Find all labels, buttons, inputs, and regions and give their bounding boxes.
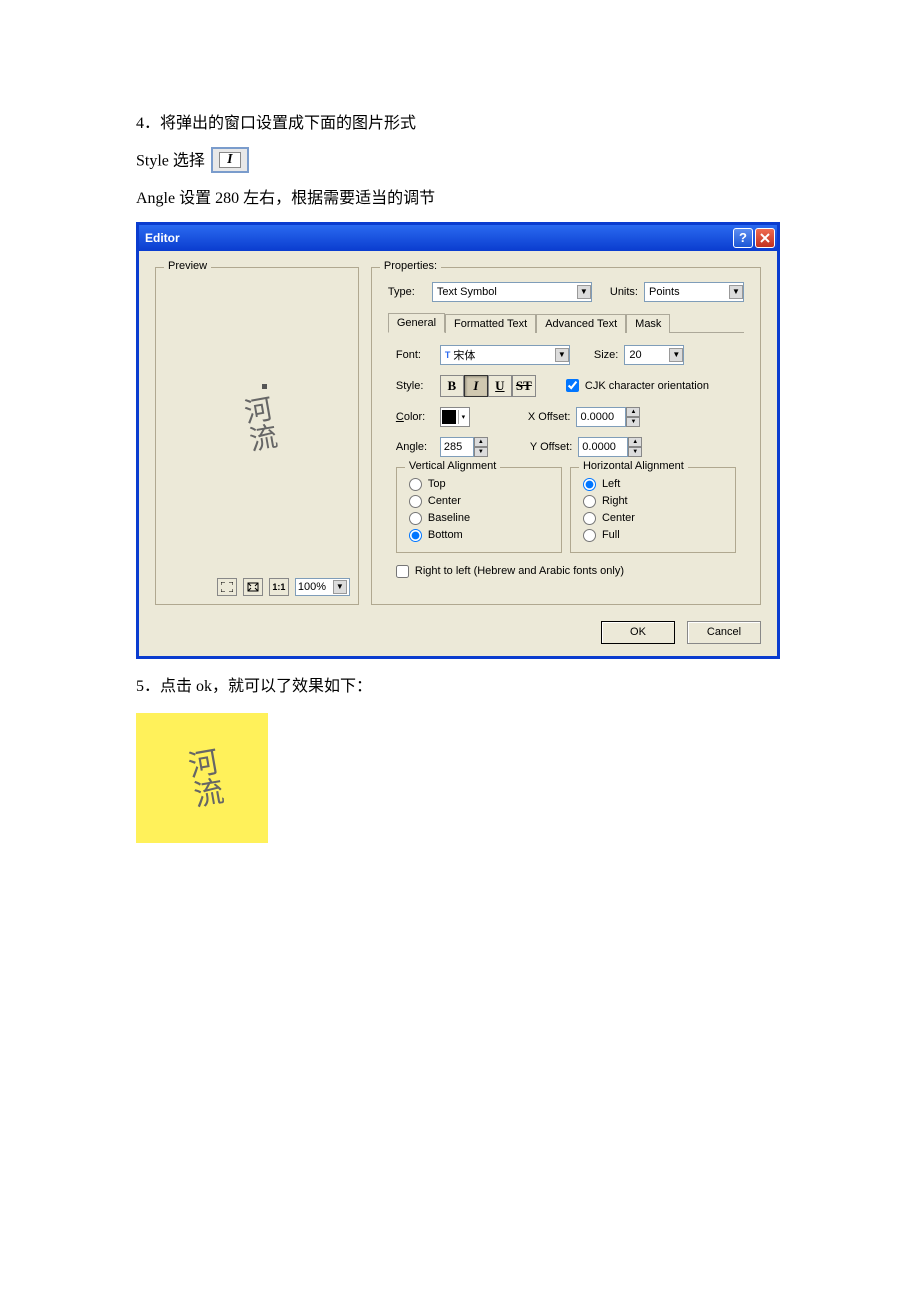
properties-legend: Properties: bbox=[380, 260, 441, 272]
valign-top-label: Top bbox=[428, 478, 446, 490]
rtl-label: Right to left (Hebrew and Arabic fonts o… bbox=[415, 565, 624, 577]
chevron-up-icon[interactable]: ▲ bbox=[474, 437, 488, 447]
cjk-label: CJK character orientation bbox=[585, 380, 709, 392]
tab-mask[interactable]: Mask bbox=[626, 314, 670, 333]
size-label: Size: bbox=[594, 349, 618, 361]
halign-center-radio[interactable] bbox=[583, 512, 596, 525]
chevron-down-icon[interactable]: ▼ bbox=[626, 417, 640, 427]
color-label: Color: bbox=[396, 411, 434, 423]
halign-left-radio[interactable] bbox=[583, 478, 596, 491]
halign-left-label: Left bbox=[602, 478, 620, 490]
tab-general[interactable]: General bbox=[388, 313, 445, 333]
zoom-1to1-icon[interactable]: 1:1 bbox=[269, 578, 289, 596]
angle-line: Angle 设置 280 左右，根据需要适当的调节 bbox=[136, 185, 784, 214]
horizontal-alignment-group: Horizontal Alignment Left Right Center F… bbox=[570, 467, 736, 553]
zoom-fit-icon[interactable] bbox=[217, 578, 237, 596]
type-value: Text Symbol bbox=[437, 286, 497, 298]
font-select[interactable]: T 宋体 ▼ bbox=[440, 345, 570, 365]
type-label: Type: bbox=[388, 286, 426, 298]
ok-button[interactable]: OK bbox=[601, 621, 675, 644]
strikethrough-button[interactable]: ST bbox=[512, 375, 536, 397]
step-4-text: 4．将弹出的窗口设置成下面的图片形式 bbox=[136, 110, 784, 139]
chevron-down-icon: ▼ bbox=[729, 285, 743, 299]
halign-center-label: Center bbox=[602, 512, 635, 524]
result-text: 河流 bbox=[181, 746, 224, 811]
style-line: Style 选择 I bbox=[136, 147, 784, 177]
chevron-up-icon[interactable]: ▲ bbox=[628, 437, 642, 447]
chevron-down-icon[interactable]: ▼ bbox=[628, 447, 642, 457]
zoom-extent-icon[interactable] bbox=[243, 578, 263, 596]
halign-full-radio[interactable] bbox=[583, 529, 596, 542]
editor-dialog: Editor ? Preview 河流 bbox=[136, 222, 780, 659]
cancel-button[interactable]: Cancel bbox=[687, 621, 761, 644]
angle-stepper[interactable]: 285 ▲▼ bbox=[440, 437, 488, 457]
chevron-down-icon: ▾ bbox=[458, 410, 468, 424]
valign-bottom-label: Bottom bbox=[428, 529, 463, 541]
step-5-text: 5．点击 ok，就可以了效果如下： bbox=[136, 673, 784, 702]
style-label: Style: bbox=[396, 380, 434, 392]
valign-baseline-label: Baseline bbox=[428, 512, 470, 524]
units-value: Points bbox=[649, 286, 680, 298]
chevron-down-icon: ▼ bbox=[577, 285, 591, 299]
yoffset-label: Y Offset: bbox=[530, 441, 572, 453]
angle-value: 285 bbox=[440, 437, 474, 457]
font-value: 宋体 bbox=[453, 347, 475, 363]
valign-legend: Vertical Alignment bbox=[405, 460, 500, 472]
yoffset-value: 0.0000 bbox=[578, 437, 628, 457]
valign-center-radio[interactable] bbox=[409, 495, 422, 508]
valign-center-label: Center bbox=[428, 495, 461, 507]
chevron-down-icon: ▼ bbox=[555, 348, 569, 362]
anchor-dot-icon bbox=[262, 384, 267, 389]
tab-advanced-text[interactable]: Advanced Text bbox=[536, 314, 626, 333]
bold-button[interactable]: B bbox=[440, 375, 464, 397]
preview-text: 河流 bbox=[237, 393, 277, 453]
rtl-checkbox[interactable] bbox=[396, 565, 409, 578]
halign-full-label: Full bbox=[602, 529, 620, 541]
help-button[interactable]: ? bbox=[733, 228, 753, 248]
underline-button[interactable]: U bbox=[488, 375, 512, 397]
close-button[interactable] bbox=[755, 228, 775, 248]
truetype-icon: T bbox=[445, 350, 451, 360]
chevron-down-icon: ▼ bbox=[669, 348, 683, 362]
preview-group: Preview 河流 1:1 100% ▼ bbox=[155, 267, 359, 605]
type-select[interactable]: Text Symbol ▼ bbox=[432, 282, 592, 302]
color-swatch-icon bbox=[442, 410, 456, 424]
dialog-title: Editor bbox=[145, 231, 180, 245]
xoffset-label: X Offset: bbox=[528, 411, 571, 423]
chevron-down-icon[interactable]: ▼ bbox=[474, 447, 488, 457]
valign-baseline-radio[interactable] bbox=[409, 512, 422, 525]
tab-bar: General Formatted Text Advanced Text Mas… bbox=[388, 312, 744, 333]
result-preview: 河流 bbox=[136, 713, 268, 843]
preview-legend: Preview bbox=[164, 260, 211, 272]
font-label: Font: bbox=[396, 349, 434, 361]
zoom-value: 100% bbox=[298, 581, 326, 593]
xoffset-value: 0.0000 bbox=[576, 407, 626, 427]
vertical-alignment-group: Vertical Alignment Top Center Baseline B… bbox=[396, 467, 562, 553]
italic-style-icon: I bbox=[211, 147, 249, 173]
preview-canvas: 河流 bbox=[164, 276, 350, 572]
valign-bottom-radio[interactable] bbox=[409, 529, 422, 542]
yoffset-stepper[interactable]: 0.0000 ▲▼ bbox=[578, 437, 642, 457]
cjk-checkbox[interactable] bbox=[566, 379, 579, 392]
valign-top-radio[interactable] bbox=[409, 478, 422, 491]
properties-group: Properties: Type: Text Symbol ▼ Units: P… bbox=[371, 267, 761, 605]
size-value: 20 bbox=[629, 349, 641, 361]
angle-label: Angle: bbox=[396, 441, 434, 453]
halign-right-radio[interactable] bbox=[583, 495, 596, 508]
xoffset-stepper[interactable]: 0.0000 ▲▼ bbox=[576, 407, 640, 427]
halign-right-label: Right bbox=[602, 495, 628, 507]
size-select[interactable]: 20 ▼ bbox=[624, 345, 684, 365]
chevron-down-icon: ▼ bbox=[333, 580, 347, 594]
halign-legend: Horizontal Alignment bbox=[579, 460, 688, 472]
titlebar: Editor ? bbox=[139, 225, 777, 251]
units-label: Units: bbox=[610, 286, 638, 298]
style-prefix: Style 选择 bbox=[136, 152, 205, 169]
units-select[interactable]: Points ▼ bbox=[644, 282, 744, 302]
color-picker[interactable]: ▾ bbox=[440, 407, 470, 427]
tab-formatted-text[interactable]: Formatted Text bbox=[445, 314, 536, 333]
zoom-select[interactable]: 100% ▼ bbox=[295, 578, 350, 596]
italic-button[interactable]: I bbox=[464, 375, 488, 397]
chevron-up-icon[interactable]: ▲ bbox=[626, 407, 640, 417]
